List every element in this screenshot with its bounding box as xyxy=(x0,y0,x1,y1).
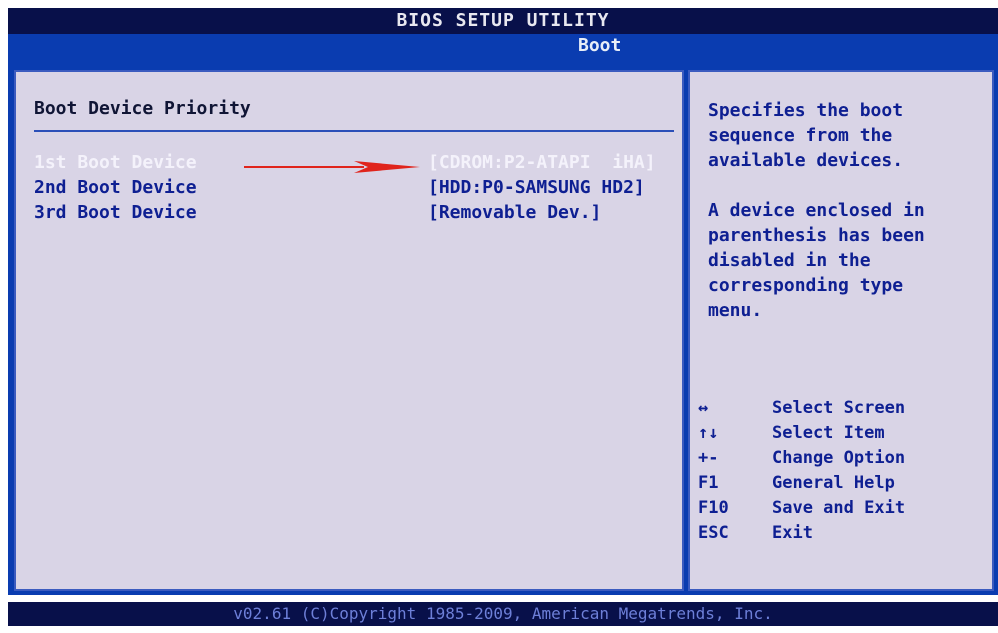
boot-device-label: 2nd Boot Device xyxy=(34,177,197,198)
section-divider xyxy=(34,130,674,132)
key-description: Select Screen xyxy=(772,398,906,418)
key-legend-row: ESC Exit xyxy=(698,523,988,548)
tab-boot[interactable]: Boot xyxy=(574,34,625,58)
boot-device-value[interactable]: [HDD:P0-SAMSUNG HD2] xyxy=(428,177,645,198)
key-description: Change Option xyxy=(772,448,906,468)
key-legend: ↔ Select Screen ↑↓ Select Item +- Change… xyxy=(698,398,988,548)
key-legend-row: +- Change Option xyxy=(698,448,988,473)
key-legend-row: ↔ Select Screen xyxy=(698,398,988,423)
bios-title: BIOS SETUP UTILITY xyxy=(396,10,610,31)
key-name: F1 xyxy=(698,473,719,493)
key-description: Save and Exit xyxy=(772,498,906,518)
red-arrow-icon xyxy=(244,161,420,173)
boot-device-value[interactable]: [Removable Dev.] xyxy=(428,202,601,223)
boot-device-row-2[interactable]: 2nd Boot Device [HDD:P0-SAMSUNG HD2] xyxy=(16,177,682,201)
key-description: General Help xyxy=(772,473,895,493)
boot-device-label: 3rd Boot Device xyxy=(34,202,197,223)
menu-bar: Boot xyxy=(8,34,998,58)
key-legend-row: F1 General Help xyxy=(698,473,988,498)
up-down-arrow-icon: ↑↓ xyxy=(698,423,719,443)
boot-device-row-3[interactable]: 3rd Boot Device [Removable Dev.] xyxy=(16,202,682,226)
key-legend-row: ↑↓ Select Item xyxy=(698,423,988,448)
key-legend-row: F10 Save and Exit xyxy=(698,498,988,523)
key-description: Exit xyxy=(772,523,813,543)
boot-device-value[interactable]: [CDROM:P2-ATAPI iHA] xyxy=(428,152,656,173)
boot-device-label: 1st Boot Device xyxy=(34,152,197,173)
help-paragraph-1: Specifies the boot sequence from the ava… xyxy=(708,100,904,171)
setup-screen: Boot Device Priority 1st Boot Device [CD… xyxy=(8,58,998,595)
key-name: F10 xyxy=(698,498,729,518)
help-paragraph-2: A device enclosed in parenthesis has bee… xyxy=(708,200,925,321)
copyright-text: v02.61 (C)Copyright 1985-2009, American … xyxy=(233,604,773,623)
copyright-footer: v02.61 (C)Copyright 1985-2009, American … xyxy=(8,602,998,626)
key-name: ESC xyxy=(698,523,729,543)
key-description: Select Item xyxy=(772,423,885,443)
help-text: Specifies the boot sequence from the ava… xyxy=(708,98,988,348)
help-panel: Specifies the boot sequence from the ava… xyxy=(688,70,994,591)
bios-title-bar: BIOS SETUP UTILITY xyxy=(8,8,998,34)
left-right-arrow-icon: ↔ xyxy=(698,398,709,418)
boot-priority-panel: Boot Device Priority 1st Boot Device [CD… xyxy=(14,70,684,591)
section-title: Boot Device Priority xyxy=(34,98,251,119)
boot-device-row-1[interactable]: 1st Boot Device [CDROM:P2-ATAPI iHA] xyxy=(16,152,682,176)
plus-minus-icon: +- xyxy=(698,448,719,468)
